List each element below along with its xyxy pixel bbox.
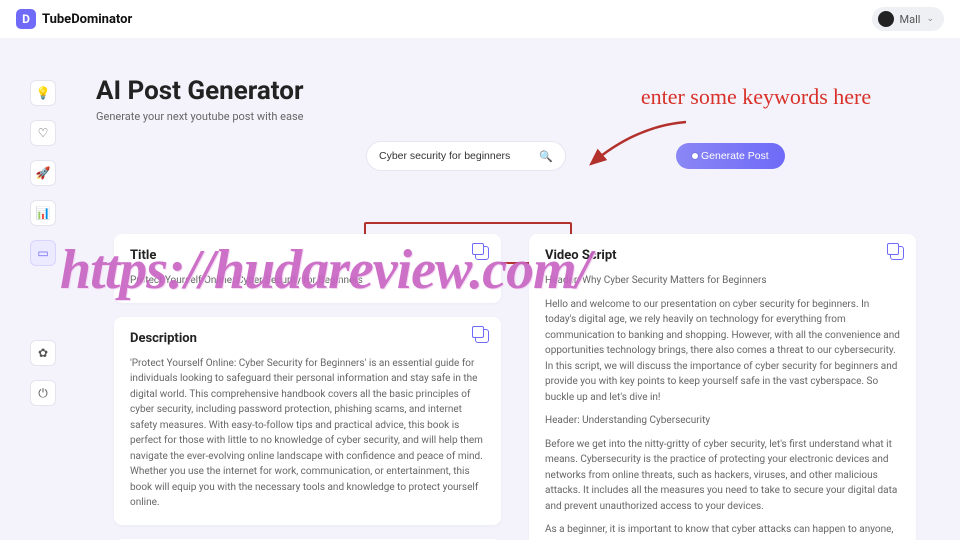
card-video-script: Video Script Header: Why Cyber Security …	[529, 234, 916, 540]
script-para-1: Hello and welcome to our presentation on…	[545, 297, 900, 406]
generate-post-button[interactable]: Generate Post	[676, 143, 785, 169]
youtube-icon: ▭	[37, 246, 48, 260]
rocket-icon: 🚀	[36, 166, 51, 180]
script-para-2: Before we get into the nitty-gritty of c…	[545, 437, 900, 515]
app-logo[interactable]: D TubeDominator	[16, 9, 132, 29]
script-header-1: Header: Why Cyber Security Matters for B…	[545, 273, 900, 289]
user-name: Mall	[900, 13, 921, 26]
sidebar: 💡 ♡ 🚀 📊 ▭ ✿ ⏻	[28, 80, 58, 406]
search-box[interactable]: 🔍	[366, 141, 566, 171]
script-para-3: As a beginner, it is important to know t…	[545, 522, 900, 540]
top-bar: D TubeDominator Mall ⌄	[0, 0, 960, 38]
annotation-arrow-icon	[576, 116, 696, 176]
app-name: TubeDominator	[42, 12, 132, 27]
card-heading: Title	[130, 248, 485, 263]
workspace: 💡 ♡ 🚀 📊 ▭ ✿ ⏻ AI Post Generator Generate…	[0, 38, 960, 540]
sidebar-item-youtube[interactable]: ▭	[30, 240, 56, 266]
script-header-2: Header: Understanding Cybersecurity	[545, 413, 900, 429]
chevron-down-icon: ⌄	[926, 14, 934, 24]
sidebar-item-rocket[interactable]: 🚀	[30, 160, 56, 186]
left-column: Title Protect Yourself Online: Cyber Sec…	[114, 234, 501, 540]
sidebar-item-settings[interactable]: ✿	[30, 340, 56, 366]
search-icon: 🔍	[539, 150, 553, 163]
copy-icon[interactable]	[475, 329, 489, 343]
copy-icon[interactable]	[475, 246, 489, 260]
main-content: AI Post Generator Generate your next you…	[96, 76, 916, 540]
card-description: Description 'Protect Yourself Online: Cy…	[114, 317, 501, 525]
avatar-icon	[878, 11, 894, 27]
copy-icon[interactable]	[890, 246, 904, 260]
card-heading: Description	[130, 331, 485, 346]
annotation-hint: enter some keywords here	[596, 84, 916, 110]
bulb-icon: 💡	[36, 86, 51, 100]
power-icon: ⏻	[38, 386, 48, 401]
results-columns: Title Protect Yourself Online: Cyber Sec…	[114, 234, 916, 540]
page-subtitle: Generate your next youtube post with eas…	[96, 110, 916, 123]
sidebar-item-bulb[interactable]: 💡	[30, 80, 56, 106]
sidebar-item-chart[interactable]: 📊	[30, 200, 56, 226]
card-body: Protect Yourself Online: Cyber Security …	[130, 273, 485, 289]
chart-icon: 📊	[36, 206, 51, 220]
user-menu[interactable]: Mall ⌄	[872, 7, 944, 31]
heart-icon: ♡	[38, 126, 49, 140]
card-title: Title Protect Yourself Online: Cyber Sec…	[114, 234, 501, 303]
right-column: Video Script Header: Why Cyber Security …	[529, 234, 916, 540]
card-heading: Video Script	[545, 248, 900, 263]
sidebar-item-heart[interactable]: ♡	[30, 120, 56, 146]
logo-badge-icon: D	[16, 9, 36, 29]
search-input[interactable]	[379, 150, 539, 162]
sidebar-item-power[interactable]: ⏻	[30, 380, 56, 406]
settings-icon: ✿	[38, 346, 48, 360]
card-body: 'Protect Yourself Online: Cyber Security…	[130, 356, 485, 511]
